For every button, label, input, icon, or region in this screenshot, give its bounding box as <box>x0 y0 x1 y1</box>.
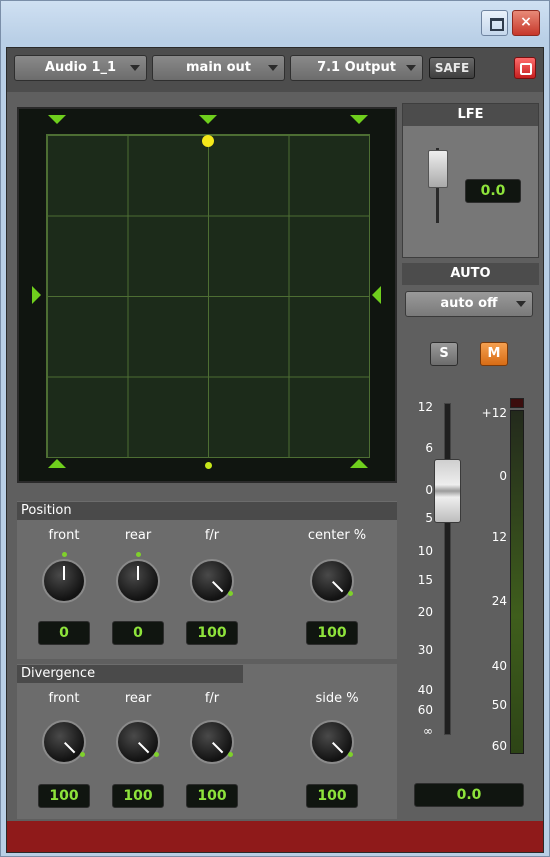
automation-mode-selector[interactable]: auto off <box>405 291 533 317</box>
speaker-icon <box>48 115 66 124</box>
speaker-icon <box>372 286 381 304</box>
scale-tick: 6 <box>425 441 433 455</box>
knob-value[interactable]: 100 <box>186 784 238 808</box>
lfe-value[interactable]: 0.0 <box>465 179 521 203</box>
lfe-title: LFE <box>403 104 538 126</box>
panner-window: × Audio 1_1 main out 7.1 Output SAFE LFE <box>0 0 550 857</box>
automation-mode: auto off <box>440 296 498 311</box>
output-format-selector[interactable]: 7.1 Output <box>290 55 423 81</box>
knob-value[interactable]: 0 <box>38 621 90 645</box>
divergence-title: Divergence <box>17 665 243 683</box>
mute-button[interactable]: M <box>480 342 508 366</box>
scale-tick: 12 <box>417 400 433 414</box>
meter-tick: 40 <box>491 659 507 673</box>
fader-track <box>444 403 451 735</box>
knob-label: rear <box>124 528 152 543</box>
knob-led <box>348 752 353 757</box>
knob-label: side % <box>315 691 359 706</box>
output-name: main out <box>186 60 251 75</box>
divergence-rear-knob[interactable] <box>116 720 160 764</box>
close-button[interactable]: × <box>512 10 540 36</box>
center-percent-knob[interactable] <box>310 559 354 603</box>
clip-indicator[interactable] <box>510 398 524 408</box>
surround-panner-grid[interactable] <box>17 107 397 483</box>
panner-field[interactable] <box>46 134 370 458</box>
scale-tick: 30 <box>417 643 433 657</box>
scale-tick: 60 <box>417 703 433 717</box>
knob-led <box>136 552 141 557</box>
position-fr-knob[interactable] <box>190 559 234 603</box>
record-safe-button[interactable] <box>514 57 536 79</box>
scale-tick: 0 <box>425 483 433 497</box>
knob-value[interactable]: 0 <box>112 621 164 645</box>
scale-tick: ∞ <box>423 724 433 738</box>
knob-label: rear <box>124 691 152 706</box>
knob-label: center % <box>307 528 367 543</box>
chevron-down-icon <box>130 65 140 71</box>
volume-value[interactable]: 0.0 <box>414 783 524 807</box>
knob-led <box>228 752 233 757</box>
knob-label: f/r <box>204 528 220 543</box>
speaker-icon <box>32 286 41 304</box>
position-title: Position <box>17 502 397 520</box>
lfe-section: LFE 0.0 <box>402 103 539 258</box>
meter-tick: 60 <box>491 739 507 753</box>
solo-button[interactable]: S <box>430 342 458 366</box>
output-selector[interactable]: main out <box>152 55 285 81</box>
chevron-down-icon <box>516 301 526 307</box>
speaker-icon <box>199 115 217 124</box>
rear-position-marker <box>205 462 212 469</box>
knob-led <box>348 591 353 596</box>
scale-tick: 20 <box>417 605 433 619</box>
divergence-fr-knob[interactable] <box>190 720 234 764</box>
scale-tick: 40 <box>417 683 433 697</box>
side-percent-knob[interactable] <box>310 720 354 764</box>
knob-value[interactable]: 100 <box>38 784 90 808</box>
scale-tick: 15 <box>417 573 433 587</box>
meter-tick: 50 <box>491 698 507 712</box>
scale-tick: 5 <box>425 511 433 525</box>
chevron-down-icon <box>268 65 278 71</box>
position-rear-knob[interactable] <box>116 559 160 603</box>
meter-tick: +12 <box>481 406 507 420</box>
meter-tick: 0 <box>499 469 507 483</box>
knob-label: front <box>48 691 80 706</box>
level-meter <box>510 410 524 754</box>
knob-value[interactable]: 100 <box>306 621 358 645</box>
restore-button[interactable] <box>481 10 508 36</box>
knob-led <box>80 752 85 757</box>
meter-tick: 24 <box>491 594 507 608</box>
position-front-knob[interactable] <box>42 559 86 603</box>
panel-header: Audio 1_1 main out 7.1 Output SAFE <box>7 48 543 92</box>
divergence-front-knob[interactable] <box>42 720 86 764</box>
pan-position-marker[interactable] <box>202 135 214 147</box>
knob-led <box>62 552 67 557</box>
knob-label: f/r <box>204 691 220 706</box>
output-panel: Audio 1_1 main out 7.1 Output SAFE LFE 0… <box>6 47 544 853</box>
track-name: Audio 1_1 <box>44 60 117 75</box>
knob-value[interactable]: 100 <box>112 784 164 808</box>
scale-tick: 10 <box>417 544 433 558</box>
chevron-down-icon <box>406 65 416 71</box>
speaker-icon <box>48 459 66 468</box>
knob-label: front <box>48 528 80 543</box>
lfe-fader-handle[interactable] <box>428 150 448 188</box>
volume-fader-handle[interactable] <box>434 459 461 523</box>
knob-led <box>154 752 159 757</box>
speaker-icon <box>350 459 368 468</box>
meter-tick: 12 <box>491 530 507 544</box>
output-format: 7.1 Output <box>317 60 396 75</box>
safe-button[interactable]: SAFE <box>429 57 475 79</box>
bottom-status-bar <box>7 821 543 852</box>
restore-icon <box>490 18 504 31</box>
knob-led <box>228 591 233 596</box>
knob-value[interactable]: 100 <box>306 784 358 808</box>
target-icon <box>520 63 532 75</box>
speaker-icon <box>350 115 368 124</box>
track-selector[interactable]: Audio 1_1 <box>14 55 147 81</box>
auto-title: AUTO <box>402 263 539 285</box>
knob-value[interactable]: 100 <box>186 621 238 645</box>
